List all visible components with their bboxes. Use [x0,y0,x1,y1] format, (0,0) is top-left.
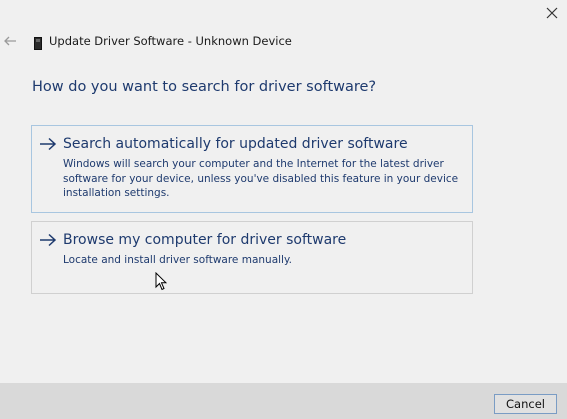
back-arrow-icon [4,36,16,46]
close-button[interactable] [537,0,567,26]
option-title: Browse my computer for driver software [63,232,347,248]
option-description: Locate and install driver software manua… [63,254,293,266]
mouse-cursor-icon [155,272,167,291]
back-button[interactable] [3,33,17,47]
page-heading: How do you want to search for driver sof… [32,79,377,95]
close-icon [546,7,558,19]
option-title: Search automatically for updated driver … [63,136,408,152]
dialog-footer: Cancel [0,383,567,419]
browse-computer-option[interactable]: Browse my computer for driver software L… [31,221,473,294]
option-description: Windows will search your computer and th… [63,158,459,199]
arrow-right-icon [40,137,57,151]
update-driver-dialog: Update Driver Software - Unknown Device … [0,0,567,419]
cancel-button[interactable]: Cancel [494,394,557,414]
arrow-right-icon [40,233,57,247]
search-automatically-option[interactable]: Search automatically for updated driver … [31,125,473,213]
window-title: Update Driver Software - Unknown Device [49,34,292,48]
device-icon [34,35,42,50]
